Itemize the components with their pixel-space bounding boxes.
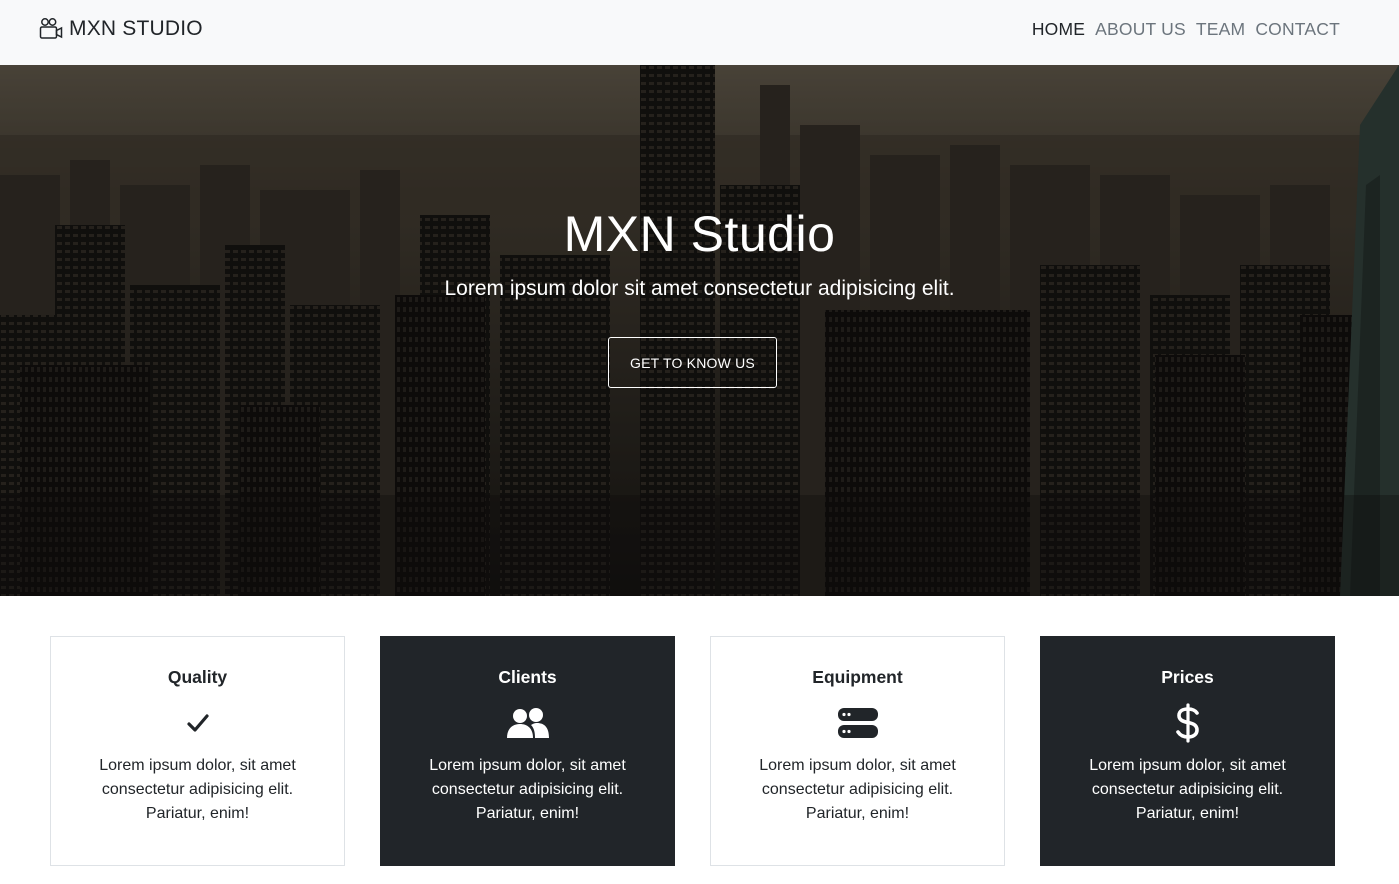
hero-title: MXN Studio (563, 206, 836, 262)
navbar: MXN STUDIO HOME ABOUT US TEAM CONTACT (0, 0, 1399, 65)
hero-subtitle: Lorem ipsum dolor sit amet consectetur a… (444, 277, 955, 300)
brand-link[interactable]: MXN STUDIO (39, 17, 203, 41)
users-icon (506, 705, 550, 741)
feature-title: Clients (498, 667, 557, 687)
get-to-know-us-button[interactable]: GET TO KNOW US (608, 337, 777, 388)
feature-card-prices: Prices Lorem ipsum dolor, sit amet conse… (1040, 636, 1335, 866)
camera-video-icon (39, 18, 63, 39)
dollar-icon (1166, 703, 1210, 743)
feature-title: Prices (1161, 667, 1214, 687)
feature-card-quality: Quality Lorem ipsum dolor, sit amet cons… (50, 636, 345, 866)
feature-title: Quality (167, 667, 228, 687)
feature-card-clients: Clients Lorem ipsum dolor, sit amet cons… (380, 636, 675, 866)
feature-text: Lorem ipsum dolor, sit amet consectetur … (429, 757, 626, 822)
nav-link-team[interactable]: TEAM (1196, 19, 1245, 40)
feature-text: Lorem ipsum dolor, sit amet consectetur … (99, 757, 296, 822)
server-icon (836, 705, 880, 741)
hero-overlay (0, 65, 1399, 596)
check-icon (176, 705, 220, 741)
brand-name: MXN STUDIO (69, 17, 203, 40)
hero-section: MXN Studio Lorem ipsum dolor sit amet co… (0, 65, 1399, 596)
feature-text: Lorem ipsum dolor, sit amet consectetur … (759, 757, 956, 822)
nav-menu: HOME ABOUT US TEAM CONTACT (1032, 19, 1340, 40)
features-section: Quality Lorem ipsum dolor, sit amet cons… (0, 596, 1399, 884)
feature-text: Lorem ipsum dolor, sit amet consectetur … (1089, 757, 1286, 822)
feature-card-equipment: Equipment Lorem ipsum dolor, sit amet co… (710, 636, 1005, 866)
nav-link-home[interactable]: HOME (1032, 19, 1085, 40)
feature-title: Equipment (812, 667, 903, 687)
nav-link-contact[interactable]: CONTACT (1255, 19, 1340, 40)
nav-link-about-us[interactable]: ABOUT US (1095, 19, 1186, 40)
